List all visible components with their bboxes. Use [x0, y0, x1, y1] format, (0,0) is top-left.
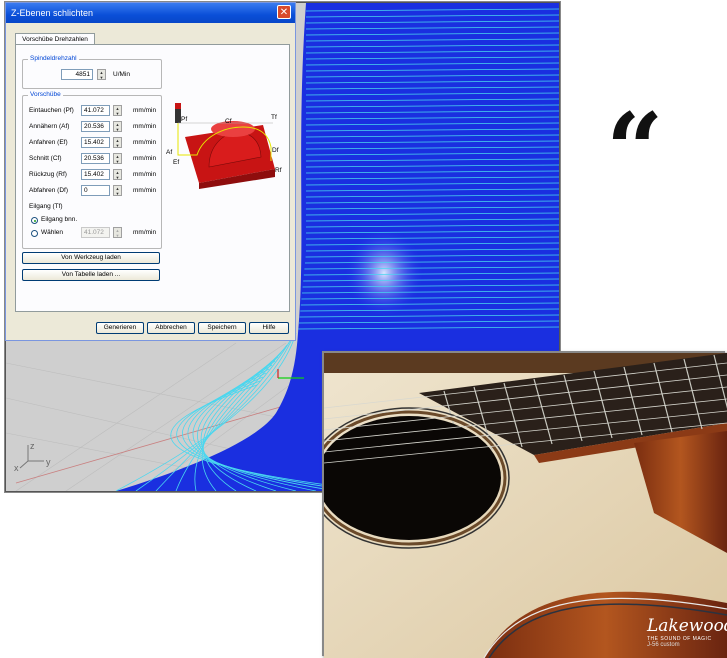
- feed-input[interactable]: 15.402: [81, 137, 110, 148]
- save-button[interactable]: Speichern: [198, 322, 246, 334]
- brand-logo: Lakewood THE SOUND OF MAGIC J-56 custom: [647, 616, 727, 648]
- close-button[interactable]: ✕: [277, 5, 291, 19]
- feed-input[interactable]: 41.072: [81, 105, 110, 116]
- spindle-speed-spinner[interactable]: ▲ ▼: [97, 69, 106, 80]
- feed-unit: mm/min: [133, 171, 157, 178]
- feed-label: Schnitt (Cf): [29, 155, 62, 162]
- quote-mark: “: [606, 91, 664, 209]
- feed-unit: mm/min: [133, 155, 157, 162]
- cancel-button[interactable]: Abbrechen: [147, 322, 195, 334]
- feed-spinner[interactable]: ▲ ▼: [113, 105, 122, 116]
- brand-model: J-56 custom: [647, 642, 680, 648]
- feed-unit: mm/min: [133, 107, 157, 114]
- feed-unit: mm/min: [133, 123, 157, 130]
- guitar-illustration: [324, 353, 727, 658]
- feed-label: Rückzug (Rf): [29, 171, 67, 178]
- dialog-titlebar[interactable]: Z-Ebenen schlichten ✕: [6, 3, 295, 23]
- feed-label: Anfahren (Ef): [29, 139, 68, 146]
- diagram-label: Df: [272, 147, 279, 154]
- feed-input[interactable]: 20.536: [81, 121, 110, 132]
- generate-button[interactable]: Generieren: [96, 322, 144, 334]
- spindle-group: Spindeldrehzahl 4851 ▲ ▼ U/Min: [22, 55, 162, 89]
- rapid-custom-radio[interactable]: [31, 230, 38, 237]
- diagram-label: Ef: [173, 159, 179, 166]
- feed-label: Abfahren (Df): [29, 187, 69, 194]
- feed-spinner[interactable]: ▲ ▼: [113, 169, 122, 180]
- feed-input[interactable]: 15.402: [81, 169, 110, 180]
- axis-label-y: y: [46, 457, 51, 467]
- close-icon: ✕: [279, 7, 289, 18]
- rapid-label: Eilgang (Tf): [29, 203, 63, 210]
- rapid-value-input[interactable]: 41.072: [81, 227, 110, 238]
- feed-unit: mm/min: [133, 187, 157, 194]
- rapid-value-spinner[interactable]: ▲ ▼: [113, 227, 122, 238]
- tab-panel: Spindeldrehzahl 4851 ▲ ▼ U/Min Vorschübe …: [15, 44, 290, 312]
- load-from-table-button[interactable]: Von Tabelle laden ...: [22, 269, 160, 281]
- rapid-unit: mm/min: [133, 229, 157, 236]
- feed-spinner[interactable]: ▲ ▼: [113, 185, 122, 196]
- spindle-group-label: Spindeldrehzahl: [28, 55, 79, 62]
- rapid-custom-label: Wählen: [41, 229, 64, 236]
- diagram-label: Rf: [275, 167, 282, 174]
- axis-triad: z y x: [14, 423, 64, 473]
- diagram-label: Af: [166, 149, 172, 156]
- feed-diagram: Pf Cf Tf Af Ef Df Rf: [166, 103, 282, 189]
- diagram-label: Cf: [225, 118, 232, 125]
- feed-label: Annähern (Af): [29, 123, 70, 130]
- feed-input[interactable]: 0: [81, 185, 110, 196]
- spindle-speed-input[interactable]: 4851: [61, 69, 93, 80]
- rapid-default-label: Eilgang bnn.: [41, 216, 78, 223]
- feed-spinner[interactable]: ▲ ▼: [113, 121, 122, 132]
- axis-label-z: z: [30, 441, 35, 451]
- feed-input[interactable]: 20.536: [81, 153, 110, 164]
- feed-unit: mm/min: [133, 139, 157, 146]
- dialog-title: Z-Ebenen schlichten: [11, 8, 94, 18]
- spindle-unit: U/Min: [113, 71, 130, 78]
- diagram-label: Pf: [181, 116, 187, 123]
- axis-label-x: x: [14, 463, 19, 473]
- guitar-photo: Lakewood THE SOUND OF MAGIC J-56 custom: [324, 353, 727, 658]
- rapid-default-radio[interactable]: [31, 217, 38, 224]
- load-from-tool-button[interactable]: Von Werkzeug laden: [22, 252, 160, 264]
- feeds-group-label: Vorschübe: [28, 91, 63, 98]
- help-button[interactable]: Hilfe: [249, 322, 289, 334]
- z-plane-finishing-dialog: Z-Ebenen schlichten ✕ Vorschübe Drehzahl…: [5, 2, 296, 341]
- feed-label: Eintauchen (Pf): [29, 107, 74, 114]
- brand-name: Lakewood: [647, 616, 727, 636]
- feed-spinner[interactable]: ▲ ▼: [113, 153, 122, 164]
- diagram-label: Tf: [271, 114, 277, 121]
- feeds-group: Vorschübe Eintauchen (Pf) 41.072 ▲ ▼ mm/m…: [22, 91, 162, 249]
- feed-spinner[interactable]: ▲ ▼: [113, 137, 122, 148]
